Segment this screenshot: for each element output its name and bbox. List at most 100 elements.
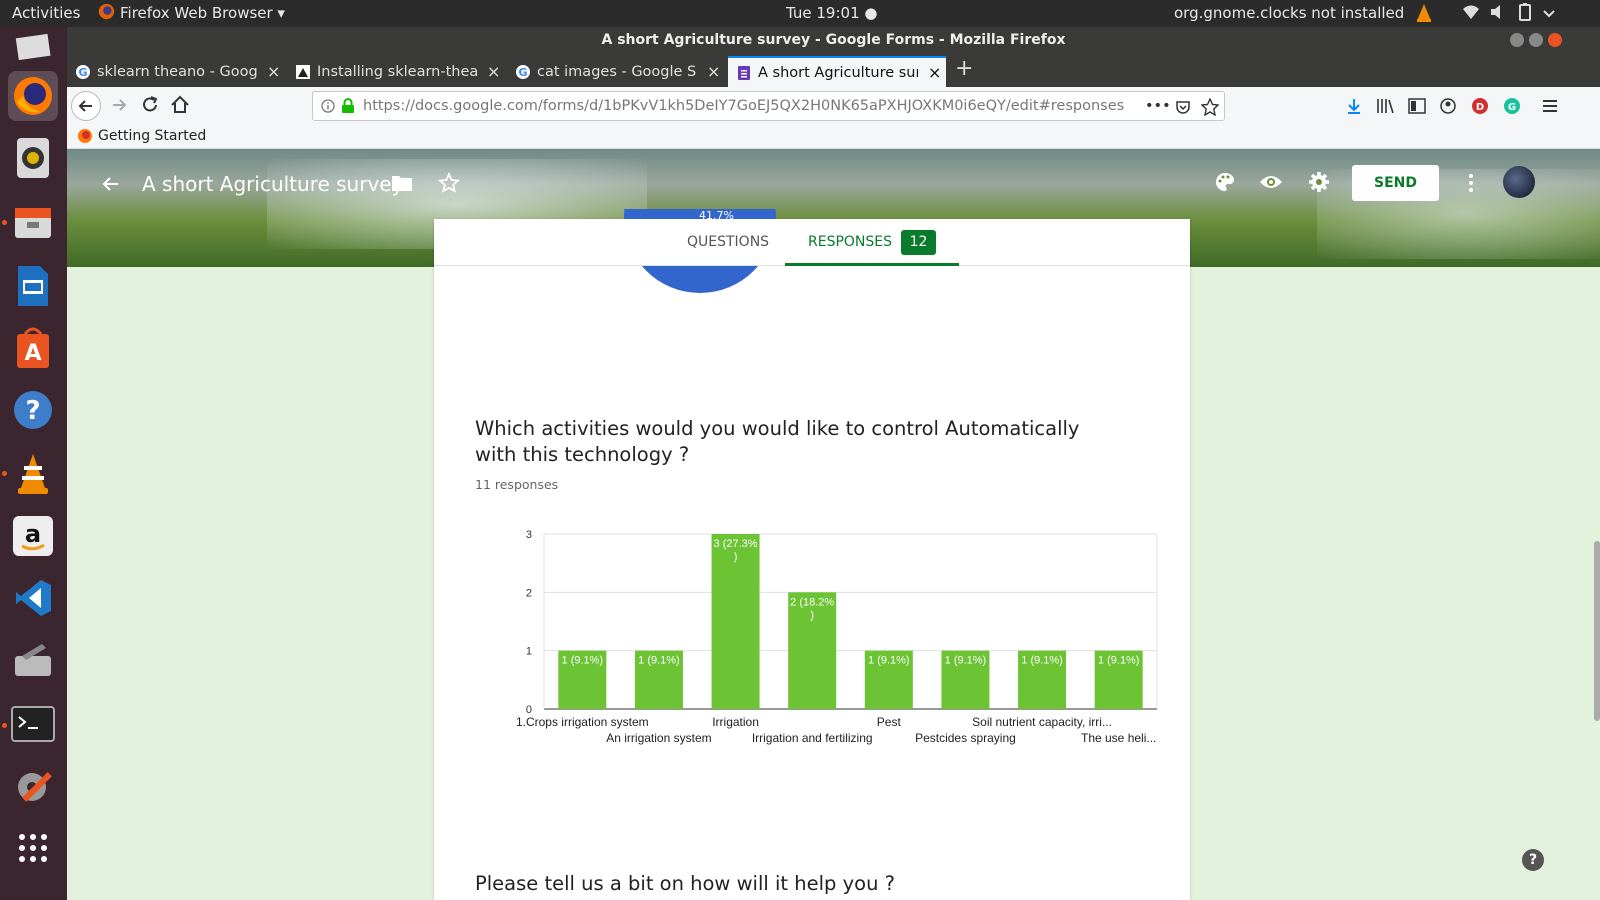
home-icon <box>171 95 189 113</box>
terminal-icon[interactable] <box>8 699 58 749</box>
vlc-tray-icon[interactable] <box>1415 3 1433 27</box>
form-tabs: QUESTIONS RESPONSES 12 <box>434 219 1190 266</box>
x-tick-label: Pest <box>877 715 902 729</box>
home-button[interactable] <box>167 92 193 122</box>
active-tab-indicator <box>785 263 959 266</box>
help-button[interactable]: ? <box>1522 849 1544 871</box>
power-menu-icon[interactable] <box>1540 3 1558 25</box>
tab-label: cat images - Google Sear <box>537 63 697 80</box>
help-icon[interactable]: ? <box>8 385 58 435</box>
clocks-notice: org.gnome.clocks not installed <box>1174 4 1405 22</box>
scrollbar-thumb[interactable] <box>1594 541 1600 721</box>
back-button[interactable] <box>71 91 101 121</box>
info-icon[interactable] <box>321 99 335 113</box>
tab-responses[interactable]: RESPONSES <box>808 234 892 250</box>
extension-grammarly-icon[interactable]: G <box>1503 97 1521 115</box>
page-actions-button[interactable]: ••• <box>1145 92 1171 120</box>
clock[interactable]: Tue 19:01 ● <box>786 4 877 22</box>
avatar[interactable] <box>1503 166 1535 198</box>
minimize-button[interactable] <box>1510 33 1524 47</box>
settings-icon[interactable] <box>8 761 58 811</box>
sidebar-icon[interactable] <box>1408 97 1426 115</box>
tab-cat-images[interactable]: G cat images - Google Sear × <box>507 56 725 87</box>
svg-text:?: ? <box>25 396 40 426</box>
x-tick-label: Irrigation <box>712 715 759 729</box>
library-icon[interactable] <box>1376 97 1396 115</box>
pocket-icon[interactable] <box>1175 99 1191 115</box>
bar-data-label: 3 (27.3% <box>714 538 758 550</box>
amazon-icon[interactable]: a <box>8 511 58 561</box>
software-archive-icon[interactable] <box>8 197 58 247</box>
x-tick-label: Irrigation and fertilizing <box>752 731 873 745</box>
google-forms-icon <box>738 65 750 80</box>
arrow-left-icon <box>78 100 92 112</box>
reload-button[interactable] <box>137 92 163 122</box>
account-icon[interactable] <box>1439 97 1457 115</box>
tab-installing-sklearn-theano[interactable]: Installing sklearn-theano × <box>287 56 505 87</box>
show-apps-icon[interactable] <box>8 823 58 873</box>
firefox-small-icon <box>98 3 115 24</box>
svg-text:G: G <box>78 66 87 79</box>
x-tick-label: 1.Crops irrigation system <box>516 715 649 729</box>
rhythmbox-icon[interactable] <box>8 133 58 183</box>
arrow-right-icon <box>113 99 127 111</box>
tab-bar: G sklearn theano - Google S × Installing… <box>67 53 1600 87</box>
tab-close-icon[interactable]: × <box>707 62 720 81</box>
forms-page: A short Agriculture survey SEND 41.7% QU… <box>67 149 1600 900</box>
tab-questions[interactable]: QUESTIONS <box>687 234 769 250</box>
volume-icon[interactable] <box>1489 3 1507 25</box>
response-count-text: 11 responses <box>475 477 559 492</box>
downloads-icon[interactable] <box>1345 97 1363 115</box>
battery-icon[interactable] <box>1518 3 1532 25</box>
files-icon[interactable] <box>8 21 58 71</box>
responses-card: 41.7% QUESTIONS RESPONSES 12 Which activ… <box>434 209 1190 900</box>
app-menu[interactable]: Firefox Web Browser ▾ <box>120 4 285 22</box>
back-arrow-icon[interactable] <box>100 173 122 195</box>
ubuntu-dock: A ? a <box>0 27 67 900</box>
settings-gear-icon[interactable] <box>1308 171 1330 193</box>
software-center-icon[interactable]: A <box>8 323 58 373</box>
response-count-badge: 12 <box>901 230 936 255</box>
wifi-icon[interactable] <box>1462 3 1480 25</box>
bookmark-getting-started[interactable]: Getting Started <box>77 128 206 144</box>
bookmark-label: Getting Started <box>98 128 207 144</box>
send-button[interactable]: SEND <box>1352 165 1439 201</box>
bar-data-label: 1 (9.1%) <box>638 655 680 667</box>
tab-sklearn-theano[interactable]: G sklearn theano - Google S × <box>67 56 285 87</box>
tab-close-icon[interactable]: × <box>928 63 941 82</box>
window-titlebar[interactable]: A short Agriculture survey - Google Form… <box>67 27 1600 53</box>
writer-icon[interactable] <box>8 261 58 311</box>
folder-icon[interactable] <box>391 173 413 193</box>
x-tick-label: The use heli... <box>1081 731 1156 745</box>
tab-close-icon[interactable]: × <box>267 62 280 81</box>
reload-icon <box>143 96 158 112</box>
svg-text:G: G <box>518 66 527 79</box>
tab-label: Installing sklearn-theano <box>317 63 477 80</box>
svg-text:G: G <box>1508 102 1516 113</box>
tab-agriculture-survey[interactable]: A short Agriculture surve × <box>728 56 946 87</box>
lock-icon[interactable] <box>341 98 355 114</box>
new-tab-button[interactable]: + <box>955 56 973 81</box>
bar-data-label: ) <box>810 609 814 621</box>
activities-button[interactable]: Activities <box>12 4 80 22</box>
svg-text:A: A <box>24 341 41 366</box>
star-icon[interactable] <box>438 172 460 194</box>
tab-close-icon[interactable]: × <box>487 62 500 81</box>
vlc-icon[interactable] <box>8 449 58 499</box>
close-window-button[interactable] <box>1548 33 1562 47</box>
palette-icon[interactable] <box>1214 171 1236 193</box>
preview-eye-icon[interactable] <box>1259 173 1283 191</box>
firefox-dock-icon[interactable] <box>8 71 58 121</box>
hamburger-menu-icon[interactable] <box>1541 97 1559 115</box>
forward-button[interactable] <box>107 92 133 122</box>
bar-data-label: 1 (9.1%) <box>1098 655 1140 667</box>
url-bar[interactable]: https://docs.google.com/forms/d/1bPKvV1k… <box>312 91 1225 121</box>
bookmarks-toolbar: Getting Started <box>67 125 1600 149</box>
extension-d-icon[interactable]: D <box>1471 97 1489 115</box>
maximize-button[interactable] <box>1529 33 1543 47</box>
more-vert-icon[interactable] <box>1467 173 1475 193</box>
bookmark-star-icon[interactable] <box>1201 98 1219 116</box>
system-tools-icon[interactable] <box>8 635 58 685</box>
vscode-icon[interactable] <box>8 573 58 623</box>
firefox-window: A short Agriculture survey - Google Form… <box>67 27 1600 900</box>
